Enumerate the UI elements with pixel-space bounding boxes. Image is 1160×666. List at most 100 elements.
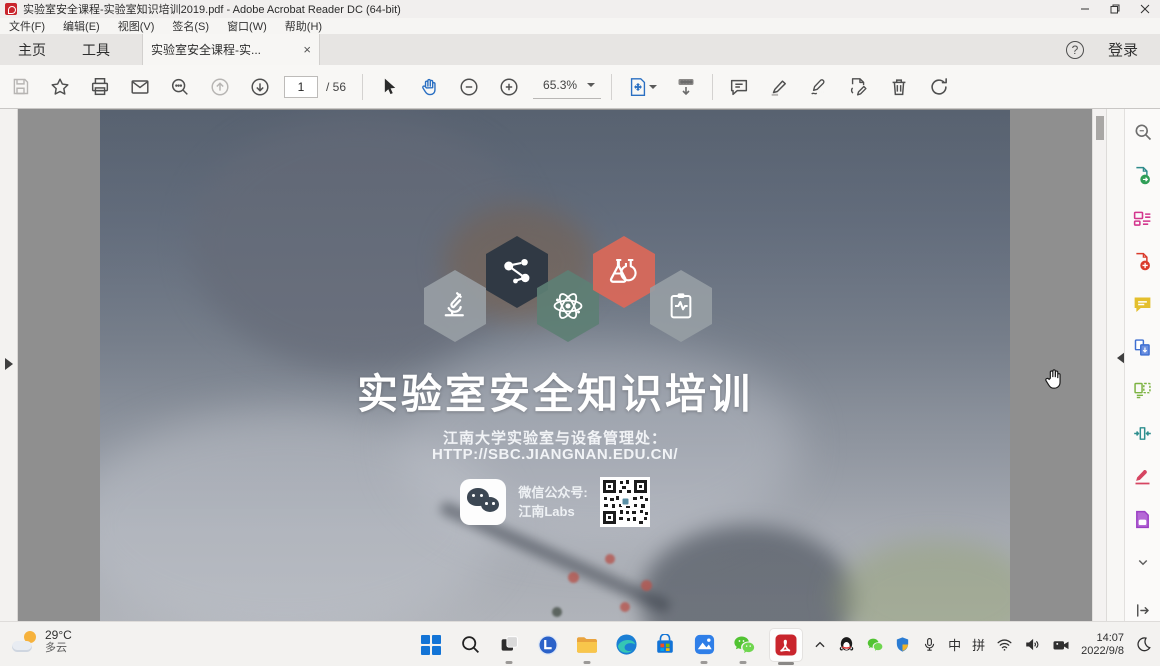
select-cursor-icon[interactable] <box>369 69 409 105</box>
tray-date: 2022/9/8 <box>1081 645 1124 658</box>
wechat-logo-icon <box>460 479 506 525</box>
help-icon[interactable]: ? <box>1066 41 1084 59</box>
qq-tray-icon[interactable] <box>838 636 855 653</box>
taskbar-search-icon[interactable] <box>457 632 483 658</box>
comment-tool-icon[interactable] <box>1128 289 1158 319</box>
vertical-scrollbar[interactable] <box>1092 109 1106 621</box>
atom-icon <box>550 288 586 324</box>
acrobat-pdf-icon <box>5 3 17 15</box>
pdf-page[interactable]: 实验室安全知识培训 江南大学实验室与设备管理处： HTTP://SBC.JIAN… <box>100 110 1010 621</box>
delete-icon[interactable] <box>879 69 919 105</box>
taskbar-clock[interactable]: 14:07 2022/9/8 <box>1081 632 1124 658</box>
edit-pdf-tool-icon[interactable] <box>1128 203 1158 233</box>
zoom-out-icon[interactable] <box>449 69 489 105</box>
menu-file[interactable]: 文件(F) <box>0 18 54 34</box>
tab-tools[interactable]: 工具 <box>64 34 128 65</box>
zoom-level-value: 65.3% <box>543 78 577 92</box>
print-icon[interactable] <box>80 69 120 105</box>
file-explorer-icon[interactable] <box>574 632 600 658</box>
taskbar-apps <box>418 622 803 666</box>
microphone-icon[interactable] <box>922 637 937 652</box>
zoom-in-icon[interactable] <box>489 69 529 105</box>
weather-widget[interactable]: 29°C 多云 <box>12 628 72 655</box>
hand-cursor <box>1043 367 1065 391</box>
menu-sign[interactable]: 签名(S) <box>163 18 218 34</box>
fit-dropdown-caret <box>649 85 657 93</box>
expand-tools-pane-icon[interactable] <box>1111 352 1125 364</box>
tools-panel-strip[interactable] <box>1106 109 1124 621</box>
desktop: { "window": { "title": "实验室安全课程-实验室知识培训2… <box>0 0 1160 666</box>
zoom-level-control[interactable]: 65.3% <box>533 74 601 99</box>
fill-sign-tool-icon[interactable] <box>1128 461 1158 491</box>
comment-icon[interactable] <box>719 69 759 105</box>
minimize-button[interactable] <box>1070 0 1100 18</box>
search-tool-icon[interactable] <box>1128 117 1158 147</box>
menu-help[interactable]: 帮助(H) <box>276 18 331 34</box>
email-icon[interactable] <box>120 69 160 105</box>
security-shield-icon[interactable] <box>894 636 911 653</box>
tab-bar: 主页 工具 实验室安全课程-实... × ? 登录 <box>0 34 1160 65</box>
menu-bar: 文件(F) 编辑(E) 视图(V) 签名(S) 窗口(W) 帮助(H) <box>0 18 1160 34</box>
wechat-tray-icon[interactable] <box>866 636 883 653</box>
left-nav-panel-strip[interactable] <box>0 109 18 621</box>
tab-document[interactable]: 实验室安全课程-实... × <box>142 34 320 65</box>
search-icon[interactable] <box>160 69 200 105</box>
molecule-icon <box>499 254 535 290</box>
organize-pages-icon[interactable] <box>1128 375 1158 405</box>
export-pdf-icon[interactable] <box>1128 160 1158 190</box>
menu-view[interactable]: 视图(V) <box>109 18 164 34</box>
close-button[interactable] <box>1130 0 1160 18</box>
night-mode-icon[interactable] <box>1135 636 1152 653</box>
fill-sign-icon[interactable] <box>799 69 839 105</box>
wifi-icon[interactable] <box>996 636 1013 653</box>
slide-subtitle-url: HTTP://SBC.JIANGNAN.EDU.CN/ <box>100 446 1010 463</box>
save-icon[interactable] <box>0 69 40 105</box>
lenovo-app-icon[interactable] <box>535 632 561 658</box>
wechat-account-name: 江南Labs <box>518 502 587 521</box>
chemistry-flasks-icon <box>606 254 642 290</box>
menu-window[interactable]: 窗口(W) <box>218 18 276 34</box>
system-tray: 中 拼 14:07 2022/9/8 <box>813 622 1152 666</box>
scroll-mode-icon[interactable] <box>666 69 706 105</box>
wechat-app-icon[interactable] <box>730 632 756 658</box>
weather-condition: 多云 <box>45 642 72 655</box>
camera-icon[interactable] <box>1052 637 1070 653</box>
tab-close-icon[interactable]: × <box>303 42 311 57</box>
start-button[interactable] <box>418 632 444 658</box>
highlighter-icon[interactable] <box>759 69 799 105</box>
combine-files-icon[interactable] <box>1128 332 1158 362</box>
fit-page-icon[interactable] <box>618 69 666 105</box>
more-tools-chevron-icon[interactable] <box>1128 547 1158 577</box>
photos-app-icon[interactable] <box>691 632 717 658</box>
rotate-icon[interactable] <box>919 69 959 105</box>
tab-home[interactable]: 主页 <box>0 34 64 65</box>
tray-time: 14:07 <box>1081 632 1124 645</box>
compress-pdf-icon[interactable] <box>1128 418 1158 448</box>
maximize-button[interactable] <box>1100 0 1130 18</box>
menu-edit[interactable]: 编辑(E) <box>54 18 109 34</box>
tray-expand-icon[interactable] <box>813 638 827 652</box>
star-favorite-icon[interactable] <box>40 69 80 105</box>
acrobat-reader-taskbar-icon[interactable] <box>769 628 803 662</box>
microscope-icon <box>438 289 472 323</box>
ime-language-indicator[interactable]: 中 <box>948 635 961 654</box>
page-down-icon[interactable] <box>240 69 280 105</box>
scrollbar-thumb[interactable] <box>1096 116 1104 140</box>
volume-icon[interactable] <box>1024 636 1041 653</box>
sign-in-button[interactable]: 登录 <box>1108 39 1138 60</box>
wechat-block: 微信公众号: 江南Labs <box>100 477 1010 527</box>
hand-tool-icon[interactable] <box>409 69 449 105</box>
windows-taskbar: 29°C 多云 中 拼 14:07 2022/9/8 <box>0 621 1160 666</box>
create-pdf-icon[interactable] <box>1128 246 1158 276</box>
page-number-input[interactable]: 1 <box>284 76 318 98</box>
edge-browser-icon[interactable] <box>613 632 639 658</box>
page-up-icon[interactable] <box>200 69 240 105</box>
window-title: 实验室安全课程-实验室知识培训2019.pdf - Adobe Acrobat … <box>23 1 401 17</box>
edit-pdf-icon[interactable] <box>839 69 879 105</box>
expand-nav-pane-icon[interactable] <box>5 358 19 370</box>
document-viewer: 实验室安全知识培训 江南大学实验室与设备管理处： HTTP://SBC.JIAN… <box>0 109 1160 621</box>
microsoft-store-icon[interactable] <box>652 632 678 658</box>
convert-pdf-icon[interactable] <box>1128 504 1158 534</box>
ime-pinyin-indicator[interactable]: 拼 <box>972 635 985 654</box>
task-view-icon[interactable] <box>496 632 522 658</box>
